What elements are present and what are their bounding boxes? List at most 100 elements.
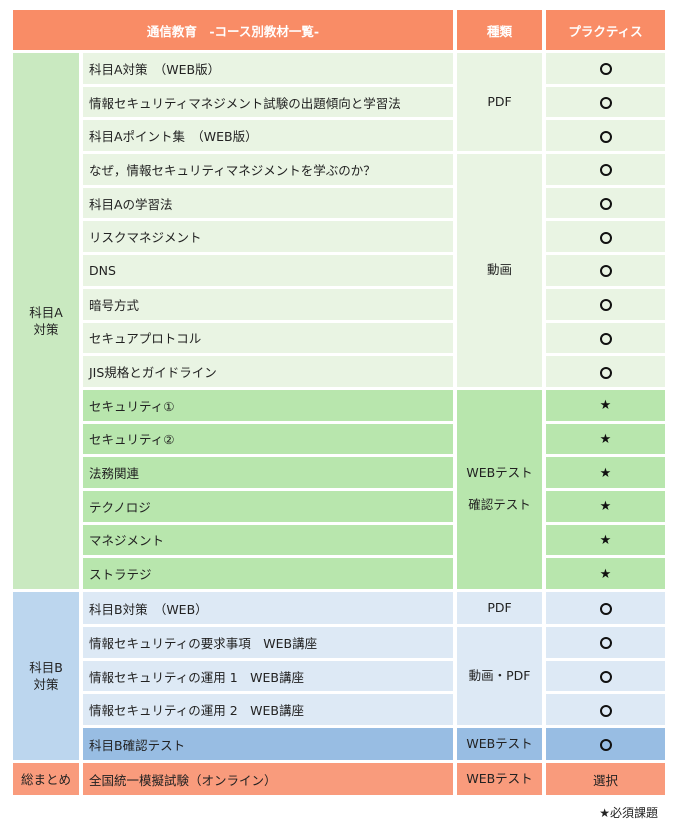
star-icon: ★ (599, 398, 612, 414)
practice-cell (546, 660, 665, 692)
circle-icon (599, 299, 612, 312)
circle-icon (599, 603, 612, 615)
practice-cell: ★ (546, 457, 665, 488)
kind-cell: 動画 (457, 154, 542, 387)
circle-icon (599, 366, 612, 379)
table-row: リスクマネジメント (13, 221, 665, 253)
item-cell: セキュアプロトコル (83, 322, 453, 354)
practice-cell (546, 728, 665, 761)
practice-cell (546, 322, 665, 354)
header-title: 通信教育 -コース別教材一覧- (13, 10, 453, 50)
item-cell: 科目Aポイント集 （WEB版） (83, 120, 453, 152)
item-cell: 法務関連 (83, 457, 453, 488)
item-cell: 科目B確認テスト (83, 728, 453, 761)
circle-icon (599, 332, 612, 345)
table-row: 科目Aの学習法 (13, 187, 665, 219)
table-row: 情報セキュリティの運用 1 WEB講座 (13, 660, 665, 692)
item-cell: DNS (83, 255, 453, 286)
table-row: 情報セキュリティの要求事項 WEB講座 動画・PDF (13, 627, 665, 726)
kind-cell: WEBテスト (457, 763, 542, 796)
practice-cell: ★ (546, 490, 665, 522)
circle-icon (599, 198, 612, 211)
table-row: 情報セキュリティマネジメント試験の出題傾向と学習法 (13, 86, 665, 118)
circle-icon (599, 704, 612, 717)
practice-cell (546, 86, 665, 118)
group-subject-a: 科目A 対策 (13, 53, 79, 589)
table-row: テクノロジ ★ (13, 490, 665, 522)
practice-cell (546, 288, 665, 320)
course-material-table: 通信教育 -コース別教材一覧- 種類 プラクティス 科目A 対策 科目A対策 （… (9, 7, 669, 798)
practice-cell (546, 187, 665, 219)
kind-webtest: WEBテスト (466, 465, 533, 481)
table-row: 科目A 対策 科目A対策 （WEB版） PDF (13, 53, 665, 589)
circle-icon (599, 265, 612, 278)
practice-cell: 選択 (546, 763, 665, 796)
kind-cell: WEBテスト 確認テスト (457, 389, 542, 589)
item-cell: 科目B対策 （WEB） (83, 592, 453, 624)
header-practice: プラクティス (546, 10, 665, 50)
practice-cell (546, 53, 665, 84)
star-icon: ★ (599, 566, 612, 582)
practice-cell: ★ (546, 524, 665, 556)
practice-cell (546, 255, 665, 286)
circle-icon (599, 739, 612, 752)
item-cell: 情報セキュリティの要求事項 WEB講座 (83, 627, 453, 658)
circle-icon (599, 637, 612, 650)
star-icon: ★ (599, 465, 612, 481)
item-cell: 情報セキュリティマネジメント試験の出題傾向と学習法 (83, 86, 453, 118)
circle-icon (599, 63, 612, 76)
group-summary: 総まとめ (13, 763, 79, 796)
practice-cell (546, 120, 665, 152)
practice-cell (546, 627, 665, 658)
circle-icon (599, 97, 612, 110)
practice-cell (546, 154, 665, 185)
footnote: ★必須課題 (599, 806, 658, 820)
header-kind: 種類 (457, 10, 542, 50)
circle-icon (599, 130, 612, 143)
table-row: セキュリティ① WEBテスト 確認テスト ★ (13, 389, 665, 589)
circle-icon (599, 231, 612, 244)
star-icon: ★ (599, 532, 612, 548)
table-row: なぜ，情報セキュリティマネジメントを学ぶのか？ 動画 (13, 154, 665, 387)
table-row: セキュアプロトコル (13, 322, 665, 354)
practice-cell (546, 694, 665, 726)
circle-icon (599, 164, 612, 177)
kind-cell: PDF (457, 592, 542, 624)
item-cell: 科目Aの学習法 (83, 187, 453, 219)
kind-cell: PDF (457, 53, 542, 152)
item-cell: JIS規格とガイドライン (83, 356, 453, 387)
circle-icon (599, 671, 612, 684)
item-cell: 全国統一模擬試験（オンライン） (83, 763, 453, 796)
practice-cell: ★ (546, 389, 665, 421)
table-row: 科目B確認テスト WEBテスト (13, 728, 665, 761)
table-row: 暗号方式 (13, 288, 665, 320)
star-icon: ★ (599, 431, 612, 447)
table-row: 科目B 対策 科目B対策 （WEB） PDF (13, 592, 665, 761)
kind-confirm: 確認テスト (468, 497, 531, 513)
group-subject-b: 科目B 対策 (13, 592, 79, 761)
table-row: ストラテジ ★ (13, 558, 665, 589)
practice-cell (546, 356, 665, 387)
item-cell: リスクマネジメント (83, 221, 453, 253)
header-row: 通信教育 -コース別教材一覧- 種類 プラクティス (13, 10, 665, 50)
table-row: JIS規格とガイドライン (13, 356, 665, 387)
table-row: DNS (13, 255, 665, 286)
kind-cell: 動画・PDF (457, 627, 542, 726)
table-row: マネジメント ★ (13, 524, 665, 556)
group-label: 科目B 対策 (29, 660, 63, 693)
practice-cell: ★ (546, 558, 665, 589)
group-label: 科目A 対策 (29, 305, 63, 337)
practice-cell (546, 221, 665, 253)
item-cell: 情報セキュリティの運用 2 WEB講座 (83, 694, 453, 726)
item-cell: なぜ，情報セキュリティマネジメントを学ぶのか？ (83, 154, 453, 185)
kind-cell: WEBテスト (457, 728, 542, 761)
star-icon: ★ (599, 499, 612, 515)
item-cell: マネジメント (83, 524, 453, 556)
table-row: 科目Aポイント集 （WEB版） (13, 120, 665, 152)
table-row: 総まとめ 全国統一模擬試験（オンライン） WEBテスト 選択 (13, 763, 665, 796)
table-row: 法務関連 ★ (13, 457, 665, 488)
item-cell: 暗号方式 (83, 288, 453, 320)
item-cell: 情報セキュリティの運用 1 WEB講座 (83, 660, 453, 692)
item-cell: テクノロジ (83, 490, 453, 522)
item-cell: 科目A対策 （WEB版） (83, 53, 453, 84)
